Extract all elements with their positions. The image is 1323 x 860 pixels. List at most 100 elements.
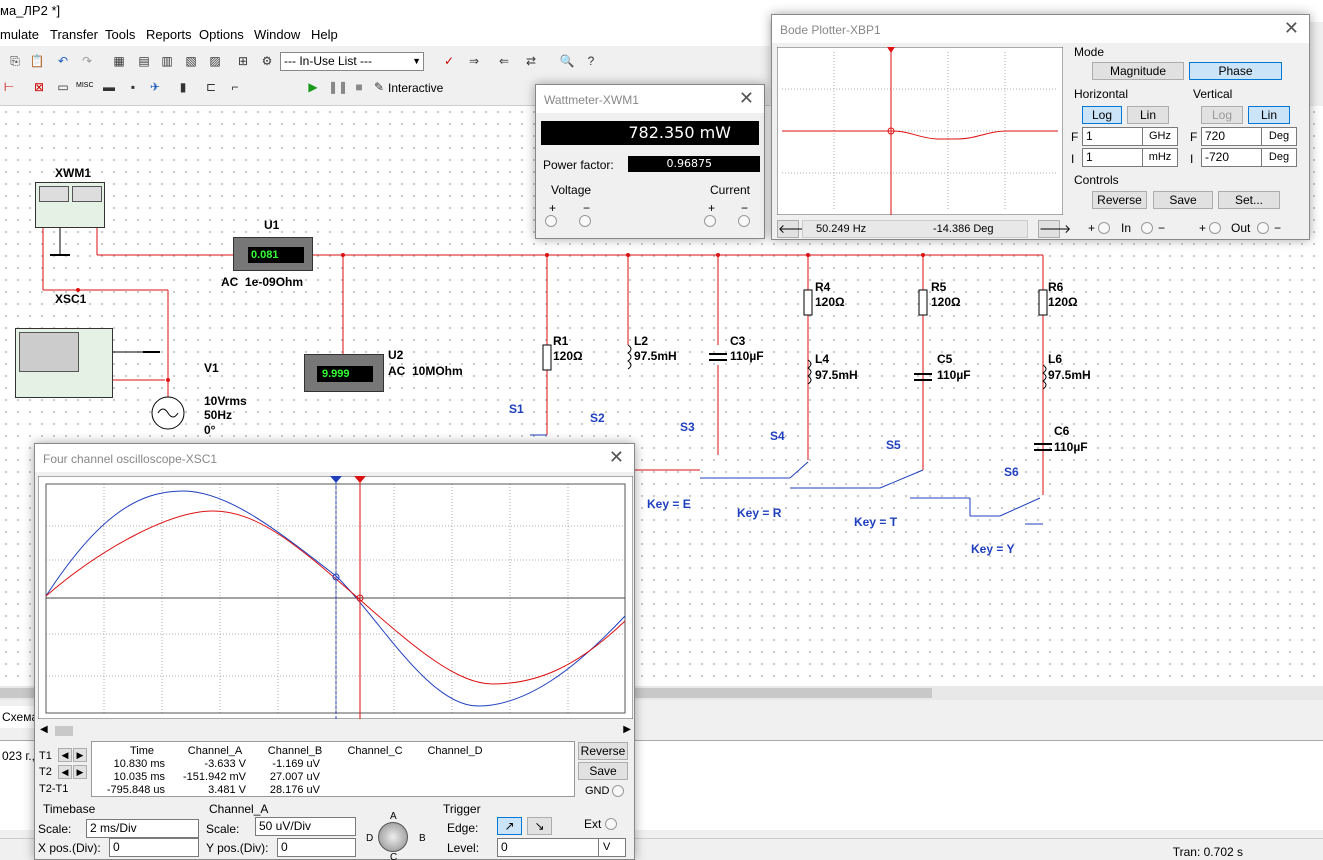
redo-icon[interactable]: ↷ <box>78 52 96 70</box>
grapher-icon[interactable]: ▧ <box>182 52 200 70</box>
channel-selector-knob[interactable] <box>378 822 408 852</box>
spreadsheet-icon[interactable]: ▤ <box>135 52 153 70</box>
v-initial-input[interactable]: -720 <box>1201 148 1262 167</box>
menu-window[interactable]: Window <box>254 27 300 42</box>
menu-tools[interactable]: Tools <box>105 27 135 42</box>
horizontal-lin-button[interactable]: Lin <box>1127 106 1169 124</box>
falling-edge-icon[interactable]: ↘ <box>527 817 552 835</box>
erc-icon[interactable]: ✓ <box>440 52 458 70</box>
y-pos-input[interactable]: 0 <box>277 838 356 857</box>
switch-s1[interactable]: S1 <box>509 402 524 416</box>
t2-left-button[interactable]: ◀ <box>58 765 72 779</box>
voltage-minus-terminal[interactable] <box>579 215 591 227</box>
ammeter-u1[interactable]: 0.081 <box>233 237 313 271</box>
switch-s5[interactable]: S5 <box>886 438 901 452</box>
transfer-icon[interactable]: ⇄ <box>522 52 540 70</box>
scroll-left-icon[interactable]: ◀ <box>40 724 48 735</box>
postprocessor-icon[interactable]: ▨ <box>206 52 224 70</box>
run-icon[interactable]: ▶ <box>304 78 322 96</box>
power-icon[interactable]: ▪ <box>124 78 142 96</box>
rising-edge-icon[interactable]: ↗ <box>497 817 522 835</box>
t2-right-button[interactable]: ▶ <box>73 765 87 779</box>
gnd-terminal[interactable] <box>612 785 624 797</box>
database-manager-icon[interactable]: ⚙ <box>258 52 276 70</box>
paste-icon[interactable]: 📋 <box>28 52 46 70</box>
switch-s4[interactable]: S4 <box>770 429 785 443</box>
help-icon[interactable]: ? <box>582 52 600 70</box>
interactive-label[interactable]: Interactive <box>388 81 443 95</box>
oscilloscope-symbol[interactable] <box>15 328 113 398</box>
h-initial-unit[interactable]: mHz <box>1142 148 1178 167</box>
vertical-lin-button[interactable]: Lin <box>1248 106 1290 124</box>
close-icon[interactable]: ✕ <box>1284 18 1299 39</box>
t1-right-button[interactable]: ▶ <box>73 748 87 762</box>
voltmeter-u2[interactable]: 9.999 <box>304 354 384 392</box>
oscilloscope-scrollbar[interactable]: ◀ ▶ <box>38 724 633 738</box>
close-icon[interactable]: ✕ <box>739 88 754 109</box>
in-use-list-select[interactable]: --- In-Use List --- ▼ <box>280 52 424 71</box>
magnitude-button[interactable]: Magnitude <box>1092 62 1184 80</box>
switch-s6[interactable]: S6 <box>1004 465 1019 479</box>
cursor-left-button[interactable]: 🡐 <box>777 220 810 238</box>
bode-reverse-button[interactable]: Reverse <box>1092 191 1147 209</box>
menu-transfer[interactable]: Transfer <box>50 27 98 42</box>
menu-help[interactable]: Help <box>311 27 338 42</box>
v-final-unit[interactable]: Deg <box>1261 127 1297 146</box>
switch-s3[interactable]: S3 <box>680 420 695 434</box>
menu-reports[interactable]: Reports <box>146 27 192 42</box>
h-final-unit[interactable]: GHz <box>1142 127 1178 146</box>
source-icon[interactable]: ⊢ <box>0 78 18 96</box>
diode-icon[interactable]: ▭ <box>54 78 72 96</box>
rf-icon[interactable]: ✈ <box>146 78 164 96</box>
zoom-icon[interactable]: 🔍 <box>558 52 576 70</box>
switch-s2[interactable]: S2 <box>590 411 605 425</box>
current-plus-terminal[interactable] <box>704 215 716 227</box>
back-annotate-icon[interactable]: ⇒ <box>465 52 483 70</box>
vertical-log-button[interactable]: Log <box>1201 106 1243 124</box>
bode-set-button[interactable]: Set... <box>1218 191 1280 209</box>
horizontal-log-button[interactable]: Log <box>1082 106 1122 124</box>
channel-scale-input[interactable]: 50 uV/Div <box>255 817 356 836</box>
pause-icon[interactable]: ❚❚ <box>328 78 348 96</box>
v-final-input[interactable]: 720 <box>1201 127 1262 146</box>
copy-icon[interactable]: ⎘ <box>6 52 24 70</box>
timebase-scale-input[interactable]: 2 ms/Div <box>86 819 199 838</box>
out-minus-terminal[interactable] <box>1257 222 1269 234</box>
basic-icon[interactable]: ⊠ <box>30 78 48 96</box>
bode-save-button[interactable]: Save <box>1153 191 1213 209</box>
level-unit[interactable]: V <box>598 838 626 857</box>
scroll-right-icon[interactable]: ▶ <box>623 724 631 735</box>
hierarchical-icon[interactable]: ⊏ <box>202 78 220 96</box>
menu-options[interactable]: Options <box>199 27 244 42</box>
out-plus-terminal[interactable] <box>1209 222 1221 234</box>
bode-plot-area[interactable] <box>777 47 1063 215</box>
stop-icon[interactable]: ■ <box>350 78 368 96</box>
close-icon[interactable]: ✕ <box>609 447 624 468</box>
in-minus-terminal[interactable] <box>1141 222 1153 234</box>
ladder-icon[interactable]: ▮ <box>174 78 192 96</box>
h-initial-input[interactable]: 1 <box>1082 148 1143 167</box>
indicator-icon[interactable]: ▬ <box>100 78 118 96</box>
current-minus-terminal[interactable] <box>738 215 750 227</box>
h-final-input[interactable]: 1 <box>1082 127 1143 146</box>
scope-reverse-button[interactable]: Reverse <box>578 742 628 760</box>
misc-label[interactable]: MISC <box>76 82 94 89</box>
bus-icon[interactable]: ⌐ <box>226 78 244 96</box>
voltage-plus-terminal[interactable] <box>545 215 557 227</box>
t1-left-button[interactable]: ◀ <box>58 748 72 762</box>
component-wizard-icon[interactable]: ⊞ <box>234 52 252 70</box>
phase-button[interactable]: Phase <box>1189 62 1282 80</box>
grid-view-icon[interactable]: ▦ <box>110 52 128 70</box>
menu-simulate[interactable]: mulate <box>0 27 39 42</box>
undo-icon[interactable]: ↶ <box>54 52 72 70</box>
wattmeter-titlebar[interactable]: Wattmeter-XWM1 ✕ <box>536 85 764 113</box>
forward-annotate-icon[interactable]: ⇐ <box>495 52 513 70</box>
cursor-right-button[interactable]: 🡒 <box>1038 220 1071 238</box>
x-pos-input[interactable]: 0 <box>109 838 199 857</box>
scroll-thumb[interactable] <box>55 726 73 736</box>
bode-titlebar[interactable]: Bode Plotter-XBP1 ✕ <box>772 15 1309 43</box>
level-input[interactable]: 0 <box>497 838 599 857</box>
oscilloscope-titlebar[interactable]: Four channel oscilloscope-XSC1 ✕ <box>35 444 634 472</box>
scope-save-button[interactable]: Save <box>578 762 628 780</box>
ext-trigger-terminal[interactable] <box>605 818 617 830</box>
